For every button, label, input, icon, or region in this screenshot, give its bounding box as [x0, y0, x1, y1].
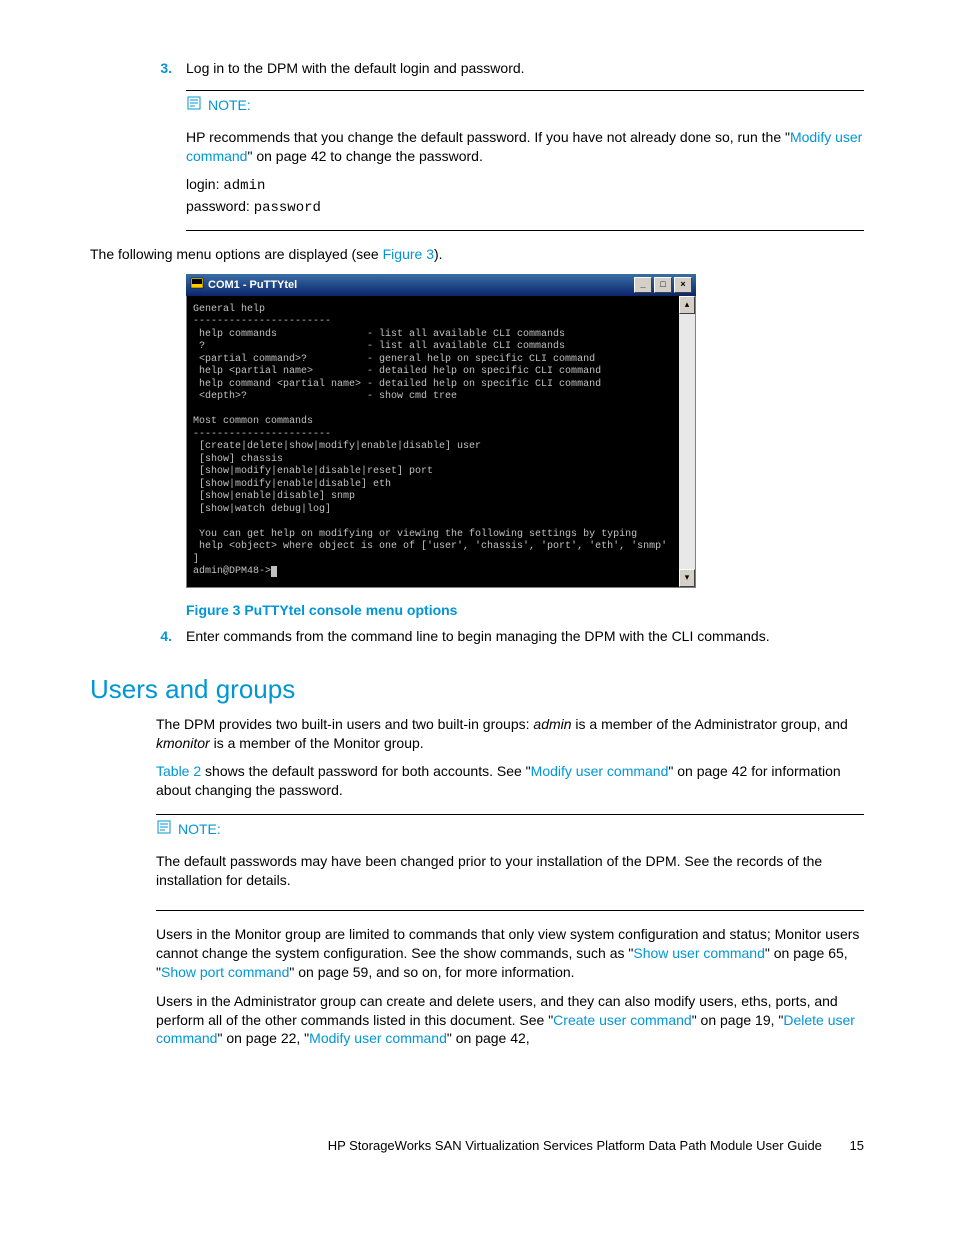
note2-body: The default passwords may have been chan… — [156, 852, 864, 890]
menu-intro: The following menu options are displayed… — [90, 245, 864, 264]
link-show-port[interactable]: Show port command — [161, 964, 289, 980]
login-line: login: admin — [186, 176, 864, 194]
page-number: 15 — [850, 1138, 864, 1153]
terminal-cursor — [271, 566, 277, 577]
step-number: 3. — [152, 60, 186, 76]
note-label: NOTE: — [178, 821, 221, 837]
section-heading: Users and groups — [90, 674, 864, 705]
ug-para2: Table 2 shows the default password for b… — [156, 762, 864, 800]
scroll-down-button[interactable]: ▾ — [679, 569, 695, 587]
link-create-user[interactable]: Create user command — [553, 1012, 692, 1028]
figure-caption: Figure 3 PuTTYtel console menu options — [186, 602, 864, 618]
password-line: password: password — [186, 198, 864, 216]
maximize-button[interactable]: □ — [654, 277, 672, 293]
step4-text: Enter commands from the command line to … — [186, 628, 864, 644]
ug-para3: Users in the Monitor group are limited t… — [156, 925, 864, 982]
close-button[interactable]: × — [674, 277, 692, 293]
terminal-title: COM1 - PuTTYtel — [208, 279, 297, 291]
link-modify-user-2[interactable]: Modify user command — [531, 763, 669, 779]
note-label: NOTE: — [208, 97, 251, 113]
terminal-window: COM1 - PuTTYtel _ □ × General help -----… — [186, 274, 696, 588]
scroll-up-button[interactable]: ▴ — [679, 296, 695, 314]
link-figure3[interactable]: Figure 3 — [383, 246, 434, 262]
note1-body: HP recommends that you change the defaul… — [186, 128, 864, 166]
note-icon — [156, 819, 178, 838]
note-icon — [186, 95, 208, 114]
scrollbar[interactable]: ▴ ▾ — [679, 296, 695, 587]
link-modify-user-3[interactable]: Modify user command — [309, 1030, 447, 1046]
minimize-button[interactable]: _ — [634, 277, 652, 293]
step-number: 4. — [152, 628, 186, 644]
step3-text: Log in to the DPM with the default login… — [186, 60, 864, 76]
ug-para1: The DPM provides two built-in users and … — [156, 715, 864, 753]
terminal-body: General help ----------------------- hel… — [187, 296, 679, 587]
link-show-user[interactable]: Show user command — [633, 945, 765, 961]
page-footer: HP StorageWorks SAN Virtualization Servi… — [90, 1138, 864, 1153]
ug-para4: Users in the Administrator group can cre… — [156, 992, 864, 1049]
link-table2[interactable]: Table 2 — [156, 763, 201, 779]
putty-icon — [190, 277, 204, 292]
